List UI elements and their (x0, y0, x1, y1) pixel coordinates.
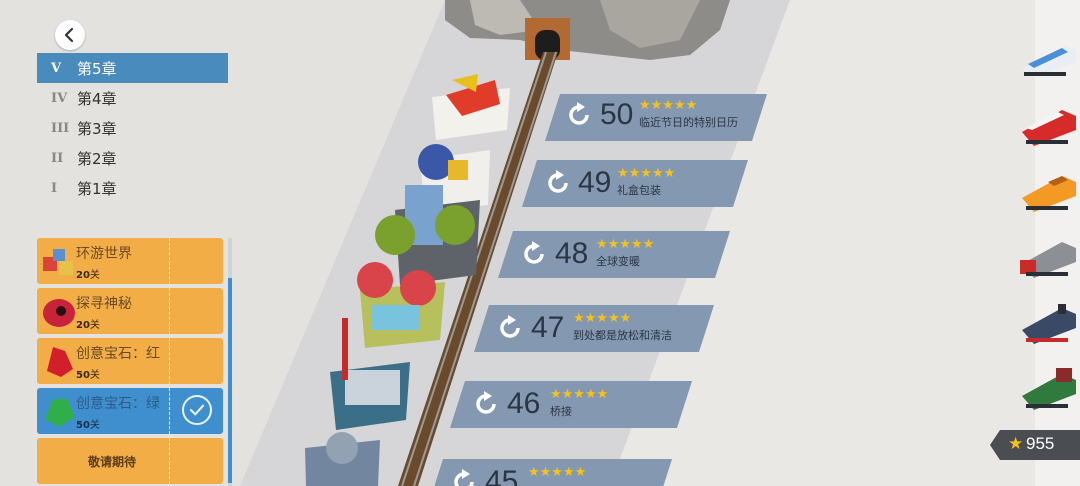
star-total-badge: ★ 955 (990, 430, 1080, 460)
world-cubes-icon (43, 249, 73, 275)
blue-steam-loco-icon[interactable] (1018, 300, 1078, 346)
pack-card-gem-green[interactable]: 创意宝石：绿 50关 (37, 388, 223, 434)
level-banner-49[interactable]: 49 ★★★★★ 礼盒包装 (522, 160, 748, 207)
pack-card-gem-red[interactable]: 创意宝石：红 50关 (37, 338, 223, 384)
level-stars: ★★★★★ (617, 166, 676, 181)
pack-level-count: 20关 (76, 320, 100, 331)
pack-card-world[interactable]: 环游世界 20关 (37, 238, 223, 284)
pack-title: 创意宝石：绿 (76, 396, 160, 412)
chapter-roman: I (51, 180, 58, 196)
checkmark-icon (182, 395, 212, 425)
star-total-value: 955 (1026, 434, 1055, 453)
chevron-left-icon (64, 27, 74, 43)
level-number: 47 (531, 311, 565, 344)
level-number: 46 (507, 387, 541, 420)
perforation (169, 438, 170, 484)
green-steam-loco-icon[interactable] (1018, 366, 1078, 412)
level-stars: ★★★★★ (573, 311, 632, 326)
perforation (169, 238, 170, 284)
level-banner-50[interactable]: 50 ★★★★★ 临近节日的特别日历 (545, 94, 767, 141)
replay-icon (500, 315, 520, 338)
pack-title: 创意宝石：红 (76, 346, 160, 362)
red-gem-icon (47, 347, 73, 377)
level-name: 桥接 (550, 405, 572, 418)
chapter-roman: III (51, 120, 70, 136)
replay-icon (524, 241, 544, 264)
level-stars: ★★★★★ (596, 237, 655, 252)
chapter-item-5[interactable]: V 第5章 (37, 53, 228, 83)
back-button[interactable] (55, 20, 85, 50)
eye-creature-icon (43, 299, 75, 327)
level-name: 到处都是放松和清洁 (573, 329, 672, 342)
star-icon: ★ (1008, 434, 1024, 454)
chapter-item-2[interactable]: II 第2章 (37, 143, 228, 173)
level-banner-45[interactable]: 45 ★★★★★ (428, 459, 672, 486)
replay-icon (476, 391, 496, 414)
chapter-list: V 第5章 IV 第4章 III 第3章 II 第2章 I 第1章 (37, 53, 228, 203)
level-banner-46[interactable]: 46 ★★★★★ 桥接 (450, 381, 692, 428)
orange-diesel-train-icon[interactable] (1018, 168, 1078, 214)
level-number: 50 (600, 98, 634, 131)
pack-level-count: 50关 (76, 370, 100, 381)
perforation (169, 388, 170, 434)
level-name: 全球变暖 (596, 255, 640, 268)
level-name: 临近节日的特别日历 (639, 116, 738, 129)
pack-card-mystery[interactable]: 探寻神秘 20关 (37, 288, 223, 334)
level-number: 49 (578, 166, 612, 199)
chapter-item-4[interactable]: IV 第4章 (37, 83, 228, 113)
level-banner-48[interactable]: 48 ★★★★★ 全球变暖 (498, 231, 730, 278)
chapter-item-3[interactable]: III 第3章 (37, 113, 228, 143)
pack-title: 环游世界 (76, 246, 132, 262)
level-number: 45 (485, 465, 519, 486)
pack-title: 探寻神秘 (76, 296, 132, 312)
level-banner-47[interactable]: 47 ★★★★★ 到处都是放松和清洁 (474, 305, 714, 352)
chapter-roman: IV (51, 90, 68, 106)
chapter-label: 第2章 (77, 149, 117, 168)
chapter-label: 第5章 (77, 59, 117, 78)
chapter-label: 第3章 (77, 119, 117, 138)
chapter-label: 第4章 (77, 89, 117, 108)
replay-icon (548, 170, 568, 193)
coming-soon-label: 敬请期待 (87, 455, 136, 469)
level-pack-list: 环游世界 20关 探寻神秘 20关 创意宝石：红 50关 创意宝石：绿 50关 … (37, 238, 223, 486)
chapter-roman: V (51, 60, 62, 76)
pack-level-count: 50关 (76, 420, 100, 431)
level-number: 48 (555, 237, 589, 270)
pack-card-coming-soon: 敬请期待 (37, 438, 223, 484)
chapter-label: 第1章 (77, 179, 117, 198)
chapter-roman: II (51, 150, 64, 166)
pack-level-count: 20关 (76, 270, 100, 281)
level-name: 礼盒包装 (617, 184, 661, 197)
level-stars: ★★★★★ (550, 387, 609, 402)
bullet-train-icon[interactable] (1018, 36, 1078, 82)
level-stars: ★★★★★ (528, 465, 587, 480)
red-diesel-train-icon[interactable] (1018, 102, 1078, 148)
red-grey-loco-icon[interactable] (1018, 234, 1078, 280)
level-stars: ★★★★★ (639, 98, 698, 113)
perforation (169, 288, 170, 334)
pack-scrollbar[interactable] (228, 278, 232, 483)
perforation (169, 338, 170, 384)
green-gem-icon (45, 399, 75, 427)
replay-icon (569, 102, 589, 125)
chapter-item-1[interactable]: I 第1章 (37, 173, 228, 203)
replay-icon (454, 469, 474, 486)
